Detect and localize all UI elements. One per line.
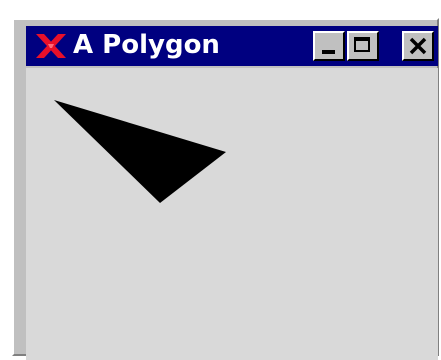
application-window: A Polygon — [12, 18, 439, 360]
close-button[interactable] — [402, 31, 434, 61]
polygon-canvas — [54, 100, 226, 203]
minimize-icon — [322, 50, 335, 54]
maximize-button[interactable] — [347, 31, 379, 61]
x-logo-icon — [36, 34, 66, 58]
maximize-icon — [354, 37, 370, 52]
title-bar[interactable]: A Polygon — [26, 26, 438, 66]
close-icon — [409, 37, 427, 55]
minimize-button[interactable] — [313, 31, 345, 61]
drawing-area — [26, 68, 438, 360]
window-title: A Polygon — [73, 30, 220, 60]
polygon-shape — [54, 100, 226, 203]
